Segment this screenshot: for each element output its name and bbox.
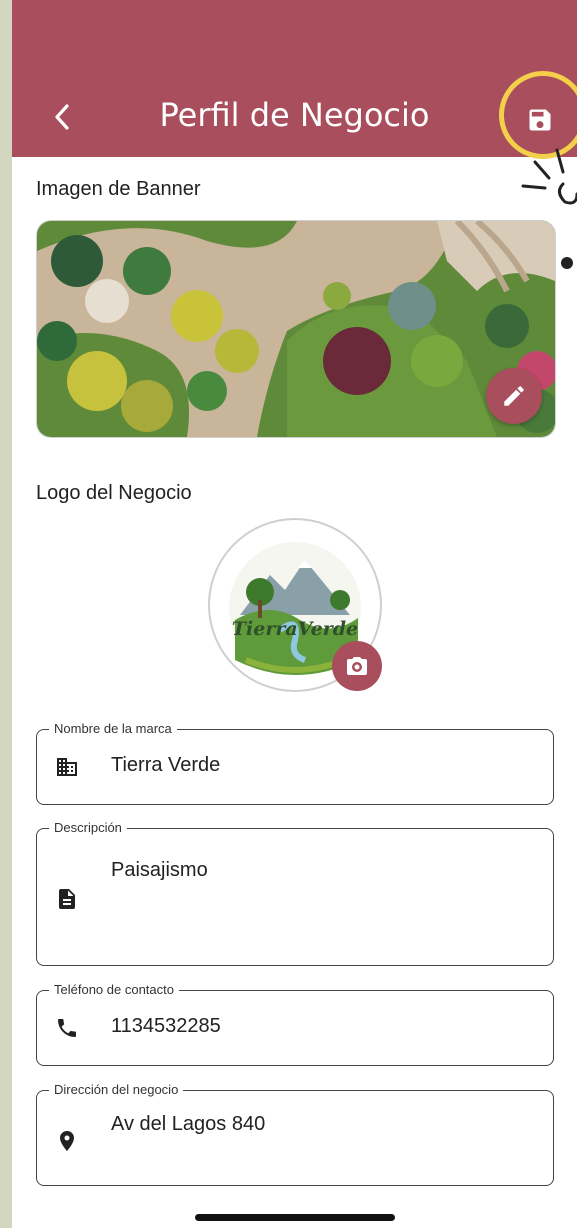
home-indicator bbox=[195, 1214, 395, 1221]
edit-banner-button[interactable] bbox=[486, 368, 542, 424]
phone-screen: Perfil de Negocio Imagen de Banner Logo … bbox=[12, 0, 577, 1228]
app-bar: Perfil de Negocio bbox=[12, 0, 577, 157]
brand-name-field[interactable]: Nombre de la marca Tierra Verde bbox=[36, 721, 554, 805]
phone-field[interactable]: Teléfono de contacto 1134532285 bbox=[36, 982, 554, 1066]
description-value: Paisajismo bbox=[111, 859, 208, 881]
banner-label: Imagen de Banner bbox=[36, 178, 201, 200]
brand-name-value: Tierra Verde bbox=[111, 754, 221, 776]
logo-brand-text: TierraVerde bbox=[231, 618, 359, 640]
banner-image[interactable] bbox=[37, 221, 555, 437]
description-legend: Descripción bbox=[49, 820, 127, 835]
camera-icon bbox=[347, 657, 367, 675]
pencil-icon bbox=[504, 386, 524, 406]
address-field[interactable]: Dirección del negocio Av del Lagos 840 bbox=[36, 1082, 554, 1186]
location-pin-icon bbox=[55, 1129, 79, 1153]
save-icon bbox=[529, 109, 551, 131]
phone-value: 1134532285 bbox=[111, 1015, 221, 1037]
phone-legend: Teléfono de contacto bbox=[49, 982, 179, 997]
building-icon bbox=[55, 755, 79, 779]
brand-name-legend: Nombre de la marca bbox=[49, 721, 177, 736]
document-icon bbox=[55, 887, 79, 911]
phone-icon bbox=[55, 1016, 79, 1040]
address-legend: Dirección del negocio bbox=[49, 1082, 184, 1097]
logo-label: Logo del Negocio bbox=[36, 482, 192, 504]
save-button[interactable] bbox=[516, 96, 564, 144]
change-logo-button[interactable] bbox=[332, 641, 382, 691]
address-value: Av del Lagos 840 bbox=[111, 1113, 266, 1135]
page-title: Perfil de Negocio bbox=[159, 96, 430, 134]
description-field[interactable]: Descripción Paisajismo bbox=[36, 820, 554, 966]
